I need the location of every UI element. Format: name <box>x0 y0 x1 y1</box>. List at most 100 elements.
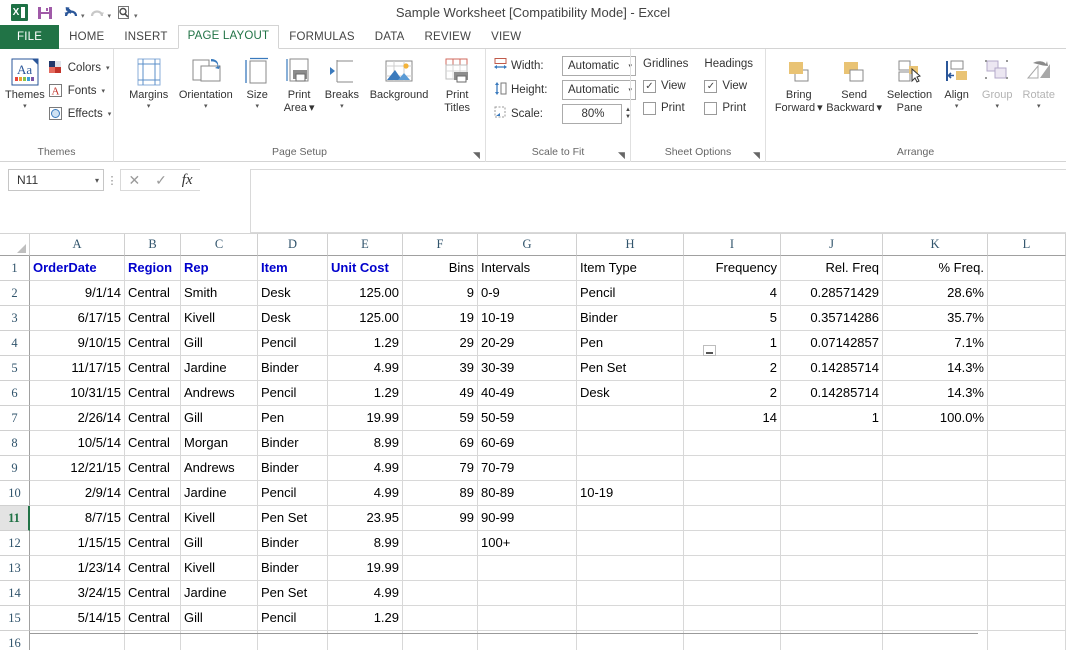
cell-L7[interactable] <box>988 406 1066 431</box>
cell-H1[interactable]: Item Type <box>577 256 684 281</box>
cell-J7[interactable]: 1 <box>781 406 883 431</box>
cell-E10[interactable]: 4.99 <box>328 481 403 506</box>
row-header-3[interactable]: 3 <box>0 306 30 331</box>
cell-B5[interactable]: Central <box>125 356 181 381</box>
row-header-10[interactable]: 10 <box>0 481 30 506</box>
send-backward-button[interactable]: Send Backward ▾ <box>826 53 883 114</box>
cell-I5[interactable]: 2 <box>684 356 781 381</box>
cell-I3[interactable]: 5 <box>684 306 781 331</box>
name-box-dropdown-icon[interactable]: ▾ <box>95 176 99 185</box>
column-header-g[interactable]: G <box>478 234 577 256</box>
cell-I15[interactable] <box>684 606 781 631</box>
cell-E2[interactable]: 125.00 <box>328 281 403 306</box>
cell-D3[interactable]: Desk <box>258 306 328 331</box>
cell-H3[interactable]: Binder <box>577 306 684 331</box>
cell-D11[interactable]: Pen Set <box>258 506 328 531</box>
cell-K8[interactable] <box>883 431 988 456</box>
cell-E8[interactable]: 8.99 <box>328 431 403 456</box>
cell-F7[interactable]: 59 <box>403 406 478 431</box>
cell-K12[interactable] <box>883 531 988 556</box>
insert-function-icon[interactable]: fx <box>182 172 193 189</box>
row-header-4[interactable]: 4 <box>0 331 30 356</box>
cell-H2[interactable]: Pencil <box>577 281 684 306</box>
cell-C14[interactable]: Jardine <box>181 581 258 606</box>
tab-insert[interactable]: INSERT <box>114 26 177 49</box>
cell-K9[interactable] <box>883 456 988 481</box>
cell-K14[interactable] <box>883 581 988 606</box>
row-header-14[interactable]: 14 <box>0 581 30 606</box>
cell-F12[interactable] <box>403 531 478 556</box>
cell-E14[interactable]: 4.99 <box>328 581 403 606</box>
cell-K2[interactable]: 28.6% <box>883 281 988 306</box>
gridlines-view-checkbox[interactable]: ✓ View <box>643 75 688 97</box>
worksheet-grid[interactable]: ABCDEFGHIJKL 12345678910111213141516 Ord… <box>0 234 1066 650</box>
cell-L10[interactable] <box>988 481 1066 506</box>
cell-D1[interactable]: Item <box>258 256 328 281</box>
cell-E13[interactable]: 19.99 <box>328 556 403 581</box>
themes-button[interactable]: Aa Themes ▾ <box>5 53 45 113</box>
cell-G13[interactable] <box>478 556 577 581</box>
cell-D5[interactable]: Binder <box>258 356 328 381</box>
tab-page-layout[interactable]: PAGE LAYOUT <box>178 25 280 49</box>
theme-fonts-dropdown-icon[interactable]: ▾ <box>102 87 106 95</box>
cell-C10[interactable]: Jardine <box>181 481 258 506</box>
cell-F4[interactable]: 29 <box>403 331 478 356</box>
cell-B9[interactable]: Central <box>125 456 181 481</box>
theme-colors-dropdown-icon[interactable]: ▾ <box>106 64 110 72</box>
cell-E11[interactable]: 23.95 <box>328 506 403 531</box>
cell-K7[interactable]: 100.0% <box>883 406 988 431</box>
cell-F5[interactable]: 39 <box>403 356 478 381</box>
cell-B1[interactable]: Region <box>125 256 181 281</box>
tab-formulas[interactable]: FORMULAS <box>279 26 365 49</box>
enter-icon[interactable]: ✓ <box>155 173 167 187</box>
cell-B3[interactable]: Central <box>125 306 181 331</box>
cell-L16[interactable] <box>988 631 1066 650</box>
breaks-dropdown-icon[interactable]: ▾ <box>340 101 344 113</box>
page-width-combo[interactable]: Automatic ▾ <box>562 56 636 76</box>
cell-F2[interactable]: 9 <box>403 281 478 306</box>
row-header-12[interactable]: 12 <box>0 531 30 556</box>
cell-I6[interactable]: 2 <box>684 381 781 406</box>
scale-to-fit-dialog-launcher[interactable]: ◥ <box>617 151 626 160</box>
cell-G1[interactable]: Intervals <box>478 256 577 281</box>
themes-dropdown-icon[interactable]: ▾ <box>23 101 27 113</box>
cell-B13[interactable]: Central <box>125 556 181 581</box>
cell-F15[interactable] <box>403 606 478 631</box>
cell-L6[interactable] <box>988 381 1066 406</box>
row-header-11[interactable]: 11 <box>0 506 30 531</box>
cell-G5[interactable]: 30-39 <box>478 356 577 381</box>
row-header-16[interactable]: 16 <box>0 631 30 650</box>
row-header-13[interactable]: 13 <box>0 556 30 581</box>
cell-E4[interactable]: 1.29 <box>328 331 403 356</box>
cell-A13[interactable]: 1/23/14 <box>30 556 125 581</box>
cell-J4[interactable]: 0.07142857 <box>781 331 883 356</box>
column-header-k[interactable]: K <box>883 234 988 256</box>
cell-D4[interactable]: Pencil <box>258 331 328 356</box>
page-setup-dialog-launcher[interactable]: ◥ <box>472 151 481 160</box>
cell-L9[interactable] <box>988 456 1066 481</box>
margins-dropdown-icon[interactable]: ▾ <box>147 101 151 113</box>
cell-K1[interactable]: % Freq. <box>883 256 988 281</box>
page-height-combo[interactable]: Automatic ▾ <box>562 80 636 100</box>
cell-F3[interactable]: 19 <box>403 306 478 331</box>
bring-forward-dropdown-icon[interactable]: ▾ <box>817 102 823 114</box>
cell-E6[interactable]: 1.29 <box>328 381 403 406</box>
cell-C9[interactable]: Andrews <box>181 456 258 481</box>
cell-L12[interactable] <box>988 531 1066 556</box>
margins-button[interactable]: Margins ▾ <box>122 53 175 113</box>
cell-K6[interactable]: 14.3% <box>883 381 988 406</box>
column-header-f[interactable]: F <box>403 234 478 256</box>
cell-D15[interactable]: Pencil <box>258 606 328 631</box>
row-header-7[interactable]: 7 <box>0 406 30 431</box>
column-header-e[interactable]: E <box>328 234 403 256</box>
cell-I7[interactable]: 14 <box>684 406 781 431</box>
column-header-b[interactable]: B <box>125 234 181 256</box>
cell-H6[interactable]: Desk <box>577 381 684 406</box>
cell-A12[interactable]: 1/15/15 <box>30 531 125 556</box>
cell-G12[interactable]: 100+ <box>478 531 577 556</box>
cell-K5[interactable]: 14.3% <box>883 356 988 381</box>
size-button[interactable]: Size ▾ <box>236 53 278 113</box>
gridlines-print-checkbox[interactable]: Print <box>643 97 688 119</box>
cell-A11[interactable]: 8/7/15 <box>30 506 125 531</box>
cell-L2[interactable] <box>988 281 1066 306</box>
